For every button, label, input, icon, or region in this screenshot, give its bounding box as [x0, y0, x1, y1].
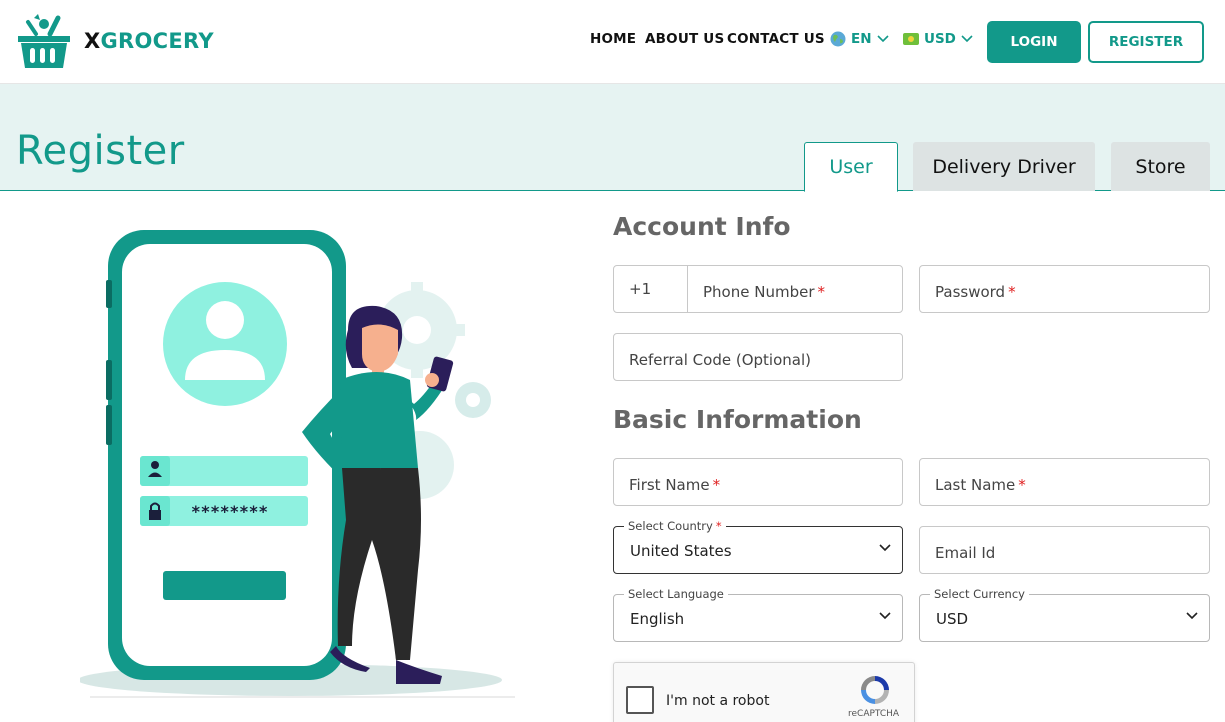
last-name-placeholder-text: Last Name — [935, 476, 1016, 494]
language-select-value: English — [630, 610, 685, 628]
currency-value: USD — [924, 31, 956, 47]
referral-code-field[interactable]: Referral Code (Optional) — [613, 333, 903, 381]
chevron-down-icon — [1186, 612, 1198, 620]
chevron-down-icon — [879, 612, 891, 620]
country-value: United States — [630, 542, 732, 560]
recaptcha-widget: I'm not a robot reCAPTCHA — [613, 662, 915, 722]
chevron-down-icon — [961, 35, 973, 43]
required-mark: * — [712, 476, 721, 494]
password-placeholder-text: Password — [935, 283, 1006, 301]
register-button[interactable]: REGISTER — [1088, 21, 1204, 63]
first-name-field[interactable]: First Name * — [613, 458, 903, 506]
gear-icon — [455, 382, 491, 418]
phone-country-code[interactable]: +1 — [614, 266, 688, 312]
phone-placeholder-text: Phone Number — [703, 283, 815, 301]
language-value: EN — [851, 31, 872, 47]
language-select-label: Select Language — [624, 587, 728, 601]
required-mark: * — [1018, 476, 1026, 494]
phone-number-field[interactable]: +1 Phone Number * — [613, 265, 903, 313]
email-field[interactable]: Email Id — [919, 526, 1210, 574]
basic-information-heading: Basic Information — [613, 405, 862, 434]
currency-select-value: USD — [936, 610, 969, 628]
phone-placeholder: Phone Number * — [703, 283, 825, 301]
account-info-heading: Account Info — [613, 212, 791, 241]
nav-about-us[interactable]: ABOUT US — [645, 31, 724, 47]
lock-icon — [149, 510, 161, 520]
login-bar — [163, 571, 286, 600]
globe-icon — [830, 31, 846, 47]
nav-home[interactable]: HOME — [590, 31, 636, 47]
chevron-down-icon — [876, 35, 889, 43]
password-placeholder: Password * — [935, 283, 1016, 301]
nav-contact-us[interactable]: CONTACT US — [727, 31, 825, 47]
password-field[interactable]: Password * — [919, 265, 1210, 313]
country-select-label: Select Country * — [624, 519, 726, 533]
tab-user[interactable]: User — [804, 142, 898, 192]
password-mask: ******** — [191, 502, 268, 521]
avatar — [163, 282, 287, 406]
first-name-placeholder: First Name * — [629, 476, 720, 494]
last-name-placeholder: Last Name * — [935, 476, 1026, 494]
required-mark: * — [715, 519, 722, 533]
last-name-field[interactable]: Last Name * — [919, 458, 1210, 506]
chevron-down-icon — [879, 544, 891, 552]
country-label-text: Select Country — [628, 519, 713, 533]
brand-grocery: GROCERY — [100, 29, 214, 53]
page-banner: Register User Delivery Driver Store — [0, 84, 1225, 192]
country-select[interactable]: Select Country * United States — [613, 519, 903, 574]
login-button[interactable]: LOGIN — [987, 21, 1081, 63]
required-mark: * — [1008, 283, 1016, 301]
recaptcha-label: I'm not a robot — [666, 693, 770, 709]
required-mark: * — [817, 283, 826, 301]
brand-name[interactable]: XGROCERY — [84, 29, 214, 53]
banknote-icon — [903, 33, 919, 45]
site-header: XGROCERY HOME ABOUT US CONTACT US EN USD… — [0, 0, 1225, 84]
currency-select-label: Select Currency — [930, 587, 1029, 601]
email-placeholder: Email Id — [935, 544, 996, 562]
basket-logo-icon[interactable] — [14, 12, 74, 72]
first-name-placeholder-text: First Name — [629, 476, 710, 494]
page-title: Register — [16, 128, 185, 174]
brand-x: X — [84, 29, 101, 53]
currency-selector[interactable]: USD — [903, 31, 973, 47]
tab-store[interactable]: Store — [1111, 142, 1210, 191]
currency-select[interactable]: Select Currency USD — [919, 587, 1210, 642]
referral-placeholder: Referral Code (Optional) — [629, 351, 811, 369]
phone-prefix-value: +1 — [629, 280, 652, 298]
language-selector[interactable]: EN — [830, 31, 889, 47]
tab-delivery-driver[interactable]: Delivery Driver — [913, 142, 1095, 191]
recaptcha-checkbox[interactable] — [626, 686, 654, 714]
recaptcha-brand: reCAPTCHA — [848, 709, 900, 719]
recaptcha-icon — [861, 676, 889, 704]
register-illustration: ******** — [80, 230, 515, 698]
language-select[interactable]: Select Language English — [613, 587, 903, 642]
